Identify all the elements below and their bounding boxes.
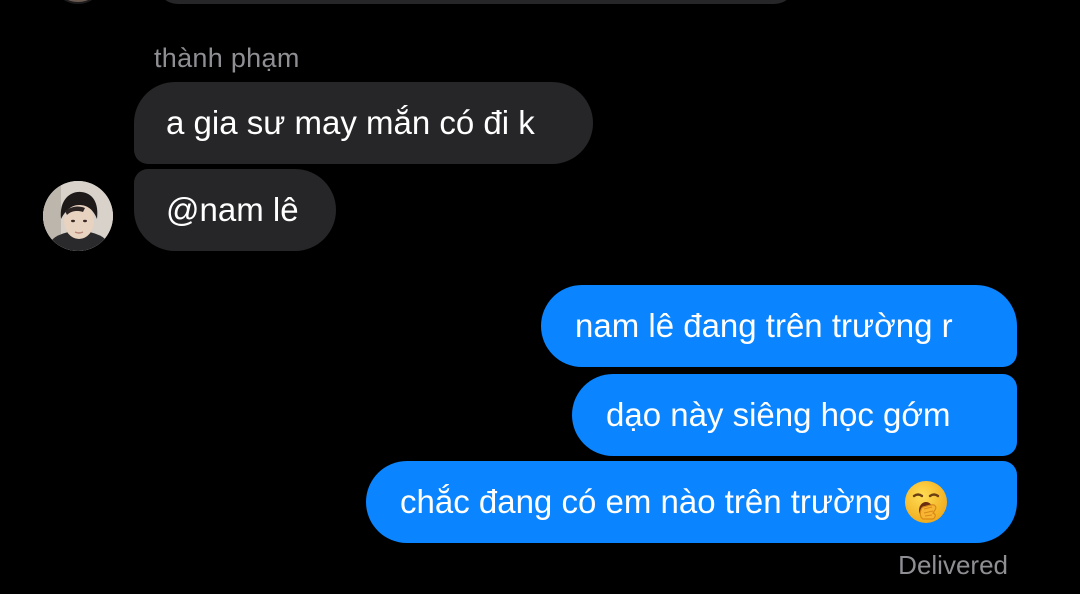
- incoming-message-bubble[interactable]: @nam lê: [134, 169, 336, 251]
- message-text: @nam lê: [166, 191, 299, 228]
- avatar-photo-icon: [43, 181, 113, 251]
- yawning-face-icon: [903, 479, 949, 525]
- previous-message-bubble[interactable]: [156, 0, 796, 4]
- sender-name: thành phạm: [154, 43, 300, 73]
- sender-avatar[interactable]: [43, 181, 113, 251]
- message-text: nam lê đang trên trường r: [575, 307, 953, 344]
- outgoing-message-bubble[interactable]: nam lê đang trên trường r: [541, 285, 1017, 367]
- outgoing-message-bubble[interactable]: chắc đang có em nào trên trường: [366, 461, 1017, 543]
- chat-thread: thành phạm a gia sư may mắn có đi k @nam…: [0, 0, 1080, 594]
- message-text: chắc đang có em nào trên trường: [400, 483, 892, 520]
- incoming-message-bubble[interactable]: a gia sư may mắn có đi k: [134, 82, 593, 164]
- message-text: a gia sư may mắn có đi k: [166, 104, 535, 141]
- message-text: dạo này siêng học gớm: [606, 396, 951, 433]
- outgoing-message-bubble[interactable]: dạo này siêng học gớm: [572, 374, 1017, 456]
- previous-sender-avatar[interactable]: [58, 0, 98, 2]
- delivery-status: Delivered: [898, 550, 1008, 580]
